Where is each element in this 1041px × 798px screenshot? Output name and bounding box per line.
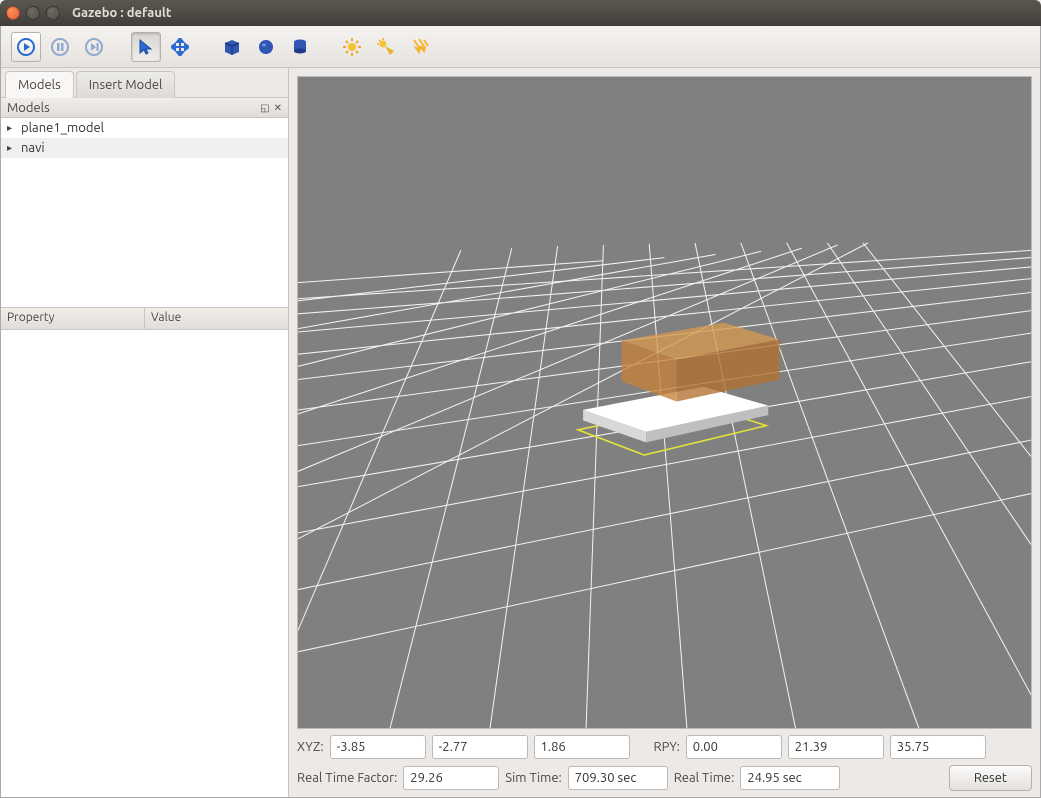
undock-icon[interactable]: ◱ (260, 102, 269, 114)
disclosure-icon[interactable]: ▸ (7, 122, 17, 134)
sphere-primitive-button[interactable] (251, 32, 281, 62)
models-tree[interactable]: ▸ plane1_model ▸ navi (1, 118, 288, 308)
rpy-label: RPY: (654, 740, 680, 754)
xyz-x-input[interactable] (330, 735, 426, 759)
directional-light-button[interactable] (405, 32, 435, 62)
rpy-r-input[interactable] (686, 735, 782, 759)
rtf-input[interactable] (403, 766, 499, 790)
simtime-input[interactable] (568, 766, 668, 790)
left-tabs: Models Insert Model (1, 68, 288, 98)
spot-light-button[interactable] (371, 32, 401, 62)
select-tool[interactable] (131, 32, 161, 62)
reset-button[interactable]: Reset (949, 765, 1032, 791)
close-icon[interactable] (6, 6, 20, 20)
step-button[interactable] (79, 32, 109, 62)
model-name: plane1_model (21, 121, 104, 135)
tree-row[interactable]: ▸ plane1_model (1, 118, 288, 138)
rtf-label: Real Time Factor: (297, 771, 397, 785)
pause-button[interactable] (45, 32, 75, 62)
window-title: Gazebo : default (72, 6, 171, 20)
property-column-header[interactable]: Property (1, 308, 145, 329)
rpy-p-input[interactable] (788, 735, 884, 759)
point-light-button[interactable] (337, 32, 367, 62)
realtime-input[interactable] (740, 766, 840, 790)
maximize-icon[interactable] (46, 6, 60, 20)
rpy-y-input[interactable] (890, 735, 986, 759)
tree-row[interactable]: ▸ navi (1, 138, 288, 158)
right-pane: XYZ: RPY: Real Time Factor: Sim Time: Re… (289, 68, 1040, 797)
play-button[interactable] (11, 32, 41, 62)
cylinder-primitive-button[interactable] (285, 32, 315, 62)
minimize-icon[interactable] (26, 6, 40, 20)
left-pane: Models Insert Model Models ◱ ✕ ▸ plane1_… (1, 68, 289, 797)
main-area: Models Insert Model Models ◱ ✕ ▸ plane1_… (1, 68, 1040, 797)
xyz-y-input[interactable] (432, 735, 528, 759)
disclosure-icon[interactable]: ▸ (7, 142, 17, 154)
tab-insert-model[interactable]: Insert Model (76, 71, 176, 98)
viewport[interactable] (297, 76, 1032, 729)
realtime-label: Real Time: (674, 771, 735, 785)
tab-models[interactable]: Models (5, 71, 74, 98)
property-header: Property Value (1, 308, 288, 330)
property-body[interactable] (1, 330, 288, 797)
xyz-label: XYZ: (297, 740, 324, 754)
models-panel: Models ◱ ✕ ▸ plane1_model ▸ navi (1, 98, 288, 308)
move-tool[interactable] (165, 32, 195, 62)
value-column-header[interactable]: Value (145, 308, 288, 329)
models-panel-header: Models ◱ ✕ (1, 98, 288, 118)
close-panel-icon[interactable]: ✕ (274, 102, 282, 114)
xyz-z-input[interactable] (534, 735, 630, 759)
camera-pose-row: XYZ: RPY: (297, 729, 1032, 759)
titlebar: Gazebo : default (0, 0, 1041, 26)
models-panel-title: Models (7, 101, 50, 115)
simtime-label: Sim Time: (505, 771, 561, 785)
gazebo-window: Models Insert Model Models ◱ ✕ ▸ plane1_… (0, 26, 1041, 798)
time-status-row: Real Time Factor: Sim Time: Real Time: R… (297, 759, 1032, 791)
model-name: navi (21, 141, 45, 155)
toolbar (1, 26, 1040, 68)
box-primitive-button[interactable] (217, 32, 247, 62)
viewport-wrap (297, 76, 1032, 729)
